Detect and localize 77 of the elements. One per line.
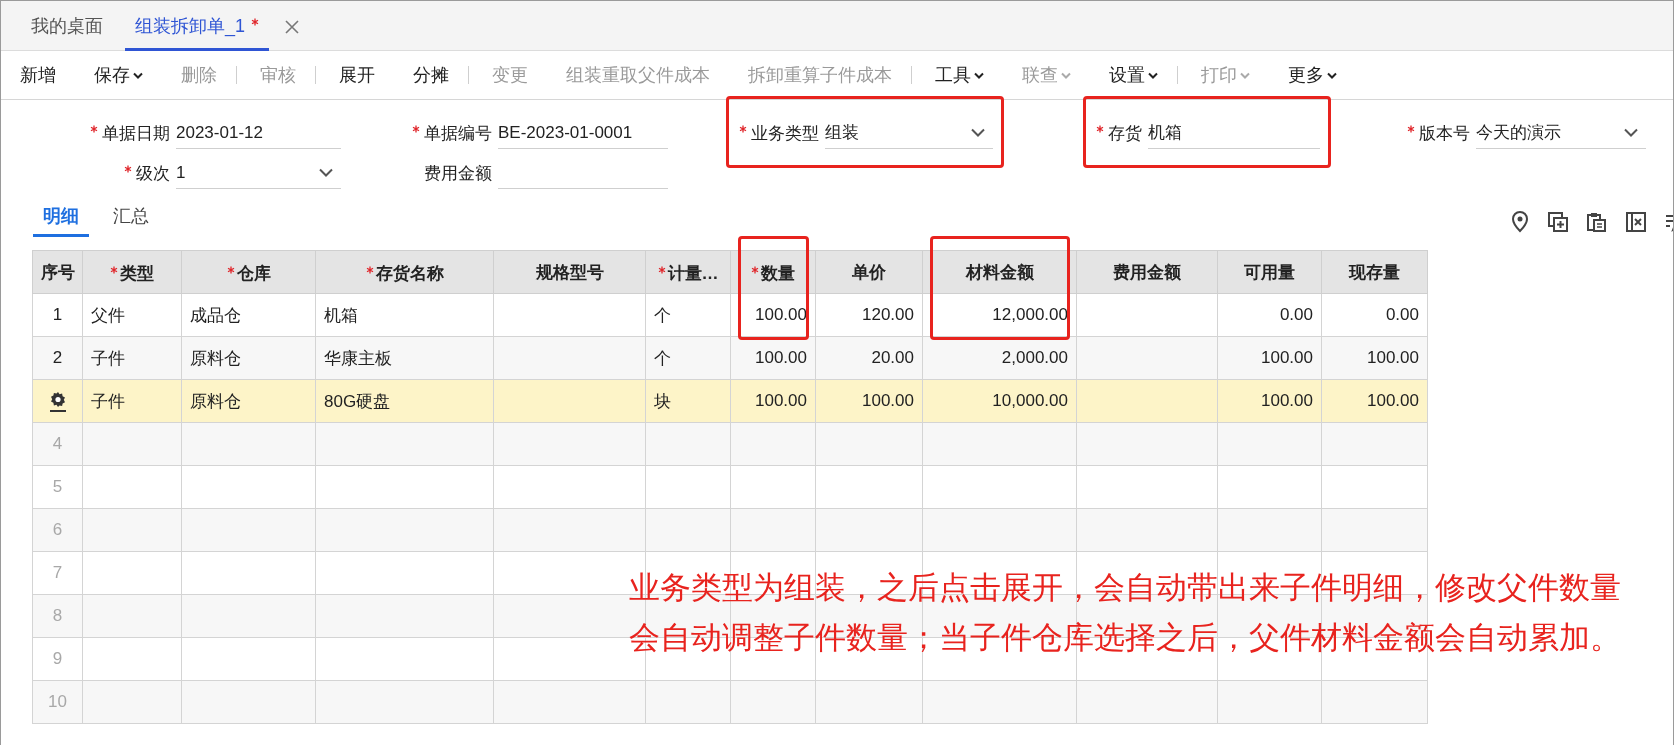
table-cell: 100.00	[730, 379, 816, 423]
chevron-icon	[1624, 128, 1638, 137]
table-cell: 80G硬盘	[315, 379, 494, 423]
row-number: 4	[52, 434, 63, 453]
delete-row-icon[interactable]	[1626, 212, 1646, 232]
table-cell: 个	[645, 293, 731, 337]
row-number: 6	[52, 520, 63, 539]
input-field[interactable]: 机箱	[1148, 117, 1320, 149]
row-number: 2	[52, 348, 63, 367]
row-number: 10	[48, 692, 67, 711]
input-field[interactable]: 2023-01-12	[176, 117, 341, 149]
table-cell: 0.00	[1321, 293, 1428, 337]
gear-icon[interactable]	[48, 390, 67, 412]
table-cell: 100.00	[1217, 379, 1322, 423]
table-cell: 100.00	[1321, 379, 1428, 423]
row-number: 7	[52, 563, 63, 582]
table-cell: 120.00	[815, 293, 923, 337]
dropdown-field[interactable]: 今天的演示	[1476, 117, 1646, 149]
toolbar-button[interactable]: 新增	[11, 58, 65, 92]
field-label: 版本号	[1419, 122, 1470, 145]
tab[interactable]: 组装拆卸单_1	[125, 1, 270, 51]
table-cell: 2,000.00	[922, 336, 1077, 380]
table-cell: 0.00	[1217, 293, 1322, 337]
column-header[interactable]: 可用量	[1217, 250, 1322, 294]
table-cell: 个	[645, 336, 731, 380]
row-number: 5	[52, 477, 63, 496]
table-cell: 原料仓	[181, 379, 316, 423]
input-field[interactable]: BE-2023-01-0001	[498, 117, 668, 149]
table-cell: 子件	[82, 379, 182, 423]
table-cell: 成品仓	[181, 293, 316, 337]
row-number: 1	[52, 305, 63, 324]
table-cell: 10,000.00	[922, 379, 1077, 423]
table-cell: 父件	[82, 293, 182, 337]
add-copy-icon[interactable]	[1548, 212, 1568, 232]
paste-icon[interactable]	[1587, 212, 1607, 232]
table-cell: 20.00	[815, 336, 923, 380]
toolbar-button[interactable]: 设置	[1100, 58, 1167, 92]
toolbar-button[interactable]: 展开	[330, 58, 384, 92]
field-label: 存货	[1108, 122, 1142, 145]
column-header[interactable]: 材料金额	[922, 250, 1077, 294]
toolbar-button[interactable]: 分摊	[404, 58, 458, 92]
column-header[interactable]: 规格型号	[493, 250, 646, 294]
tab[interactable]: 我的桌面	[23, 1, 111, 51]
column-header[interactable]: 费用金额	[1076, 250, 1218, 294]
toolbar-button[interactable]: 保存	[85, 58, 152, 92]
toolbar-button[interactable]: 工具	[926, 58, 993, 92]
field-label: 单据日期	[102, 122, 170, 145]
dropdown-field[interactable]: 1	[176, 157, 341, 189]
table-cell: 原料仓	[181, 336, 316, 380]
column-header[interactable]: 单价	[815, 250, 923, 294]
close-icon[interactable]	[285, 19, 300, 34]
row-number: 9	[52, 649, 63, 668]
table-cell: 块	[645, 379, 731, 423]
column-header[interactable]: 仓库	[181, 250, 316, 294]
table-cell: 华康主板	[315, 336, 494, 380]
column-header[interactable]: 类型	[82, 250, 182, 294]
column-header[interactable]: 计量…	[645, 250, 731, 294]
table-cell: 100.00	[1321, 336, 1428, 380]
chevron-icon	[319, 168, 333, 177]
column-header[interactable]: 序号	[32, 250, 83, 294]
field-label: 费用金额	[424, 162, 492, 185]
row-number: 8	[52, 606, 63, 625]
table-cell: 机箱	[315, 293, 494, 337]
tab[interactable]: 汇总	[103, 204, 159, 237]
field-label: 单据编号	[424, 122, 492, 145]
chevron-icon	[971, 128, 985, 137]
table-cell: 100.00	[815, 379, 923, 423]
dropdown-field[interactable]: 组装	[825, 117, 993, 149]
table-cell: 子件	[82, 336, 182, 380]
toolbar-button[interactable]: 更多	[1279, 58, 1346, 92]
column-header[interactable]: 现存量	[1321, 250, 1428, 294]
field-label: 业务类型	[751, 122, 819, 145]
column-header[interactable]: 存货名称	[315, 250, 494, 294]
location-pin-icon[interactable]	[1511, 211, 1529, 233]
tab[interactable]: 明细	[33, 204, 89, 237]
field-label: 级次	[136, 162, 170, 185]
table-cell: 100.00	[1217, 336, 1322, 380]
